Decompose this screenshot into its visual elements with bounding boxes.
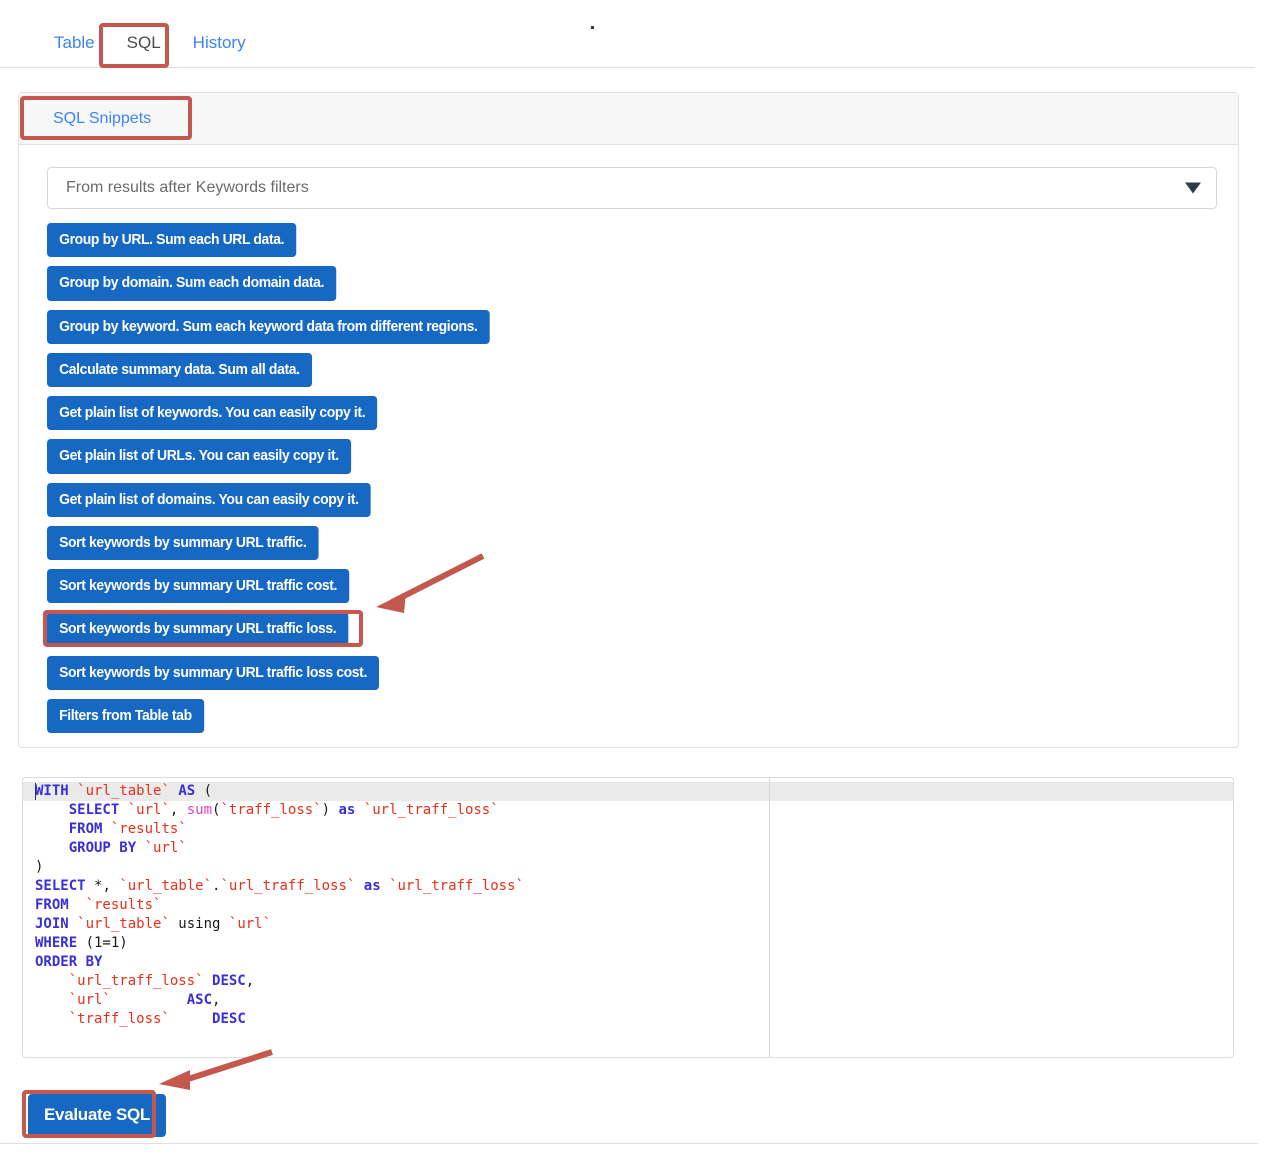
sql-token: SELECT — [68, 802, 128, 818]
sql-snippets-header: SQL Snippets — [19, 93, 1238, 145]
snippet-button-plain-list-keywords[interactable]: Get plain list of keywords. You can easi… — [47, 396, 378, 431]
sql-token: `results` — [110, 821, 187, 837]
sql-code[interactable]: WITH `url_table` AS ( SELECT `url`, sum (… — [23, 778, 1233, 1029]
sql-token: , — [245, 973, 255, 989]
sql-snippets-body: From results after Keywords filters Grou… — [19, 145, 1238, 742]
sql-token: , — [169, 802, 187, 818]
sql-token: `url_traff_loss` — [220, 878, 356, 894]
sql-token: WHERE — [35, 935, 86, 951]
sql-token: `url_traff_loss` — [68, 973, 204, 989]
sql-token: (1=1) — [85, 935, 128, 951]
sql-token: ASC — [186, 992, 213, 1008]
sql-token: `url_table` — [77, 916, 170, 932]
snippet-button-plain-list-urls[interactable]: Get plain list of URLs. You can easily c… — [47, 439, 351, 474]
sql-token: JOIN — [35, 916, 78, 932]
sql-token: `traff_loss` — [68, 1011, 170, 1027]
tab-history[interactable]: History — [177, 22, 262, 65]
sql-token: GROUP BY — [68, 840, 145, 856]
sql-token: ) — [35, 859, 44, 875]
snippet-button-sort-url-traffic-cost[interactable]: Sort keywords by summary URL traffic cos… — [47, 569, 350, 604]
snippet-button-list: Group by URL. Sum each URL data. Group b… — [47, 223, 1210, 742]
sql-editor-inner: WITH `url_table` AS ( SELECT `url`, sum (… — [23, 778, 1233, 1057]
sql-token: DESC — [212, 973, 246, 989]
snippet-button-sort-url-traffic[interactable]: Sort keywords by summary URL traffic. — [47, 525, 319, 560]
snippet-button-group-by-domain[interactable]: Group by domain. Sum each domain data. — [47, 266, 337, 301]
snippet-button-plain-list-domains[interactable]: Get plain list of domains. You can easil… — [47, 482, 371, 517]
sql-token: AS — [178, 783, 196, 799]
sql-token: ORDER BY — [35, 954, 103, 970]
sql-token: WITH — [35, 783, 78, 799]
tab-sql[interactable]: SQL — [111, 22, 177, 65]
tab-bar: Table SQL History — [0, 22, 1255, 68]
tab-table[interactable]: Table — [38, 22, 111, 65]
sql-token: FROM — [68, 821, 111, 837]
sql-token: *, — [94, 878, 120, 894]
snippet-button-group-by-keyword[interactable]: Group by keyword. Sum each keyword data … — [47, 309, 490, 344]
snippet-button-group-by-url[interactable]: Group by URL. Sum each URL data. — [47, 223, 297, 258]
sql-snippets-title[interactable]: SQL Snippets — [53, 110, 151, 128]
sql-token: ) — [321, 802, 339, 818]
sql-token: `traff_loss` — [220, 802, 322, 818]
evaluate-sql-button[interactable]: Evaluate SQL — [28, 1094, 166, 1137]
source-select-value: From results after Keywords filters — [66, 179, 309, 196]
snippet-button-calculate-summary[interactable]: Calculate summary data. Sum all data. — [47, 352, 312, 387]
sql-token: SELECT — [35, 878, 95, 894]
sql-token: as — [363, 878, 381, 894]
snippet-button-filters-from-table-tab[interactable]: Filters from Table tab — [47, 698, 204, 733]
sql-token: `url_traff_loss` — [389, 878, 524, 894]
sql-token: `url` — [68, 992, 111, 1008]
sql-snippets-card: SQL Snippets From results after Keywords… — [18, 92, 1239, 748]
bottom-divider — [0, 1143, 1258, 1144]
snippet-button-sort-url-traffic-loss-cost[interactable]: Sort keywords by summary URL traffic los… — [47, 655, 380, 690]
sql-token: sum — [186, 802, 213, 818]
sql-token: using — [169, 916, 229, 932]
sql-token: FROM — [35, 897, 86, 913]
sql-token: ( — [195, 783, 213, 799]
sql-token: as — [338, 802, 356, 818]
sql-token: `url_traff_loss` — [363, 802, 499, 818]
sql-token: `url` — [228, 916, 272, 932]
chevron-down-icon[interactable] — [1185, 182, 1201, 194]
sql-token: , — [212, 992, 221, 1008]
source-select-wrap: From results after Keywords filters — [47, 167, 1217, 209]
sql-editor[interactable]: WITH `url_table` AS ( SELECT `url`, sum (… — [22, 777, 1234, 1058]
sql-token: `results` — [85, 897, 162, 913]
sql-token: `url` — [144, 840, 187, 856]
sql-token: `url_table` — [119, 878, 213, 894]
source-select[interactable]: From results after Keywords filters — [47, 167, 1217, 209]
sql-token: `url` — [127, 802, 170, 818]
sql-token: DESC — [212, 1011, 246, 1027]
sql-token: `url_table` — [77, 783, 170, 799]
snippet-button-sort-url-traffic-loss[interactable]: Sort keywords by summary URL traffic los… — [47, 612, 349, 647]
